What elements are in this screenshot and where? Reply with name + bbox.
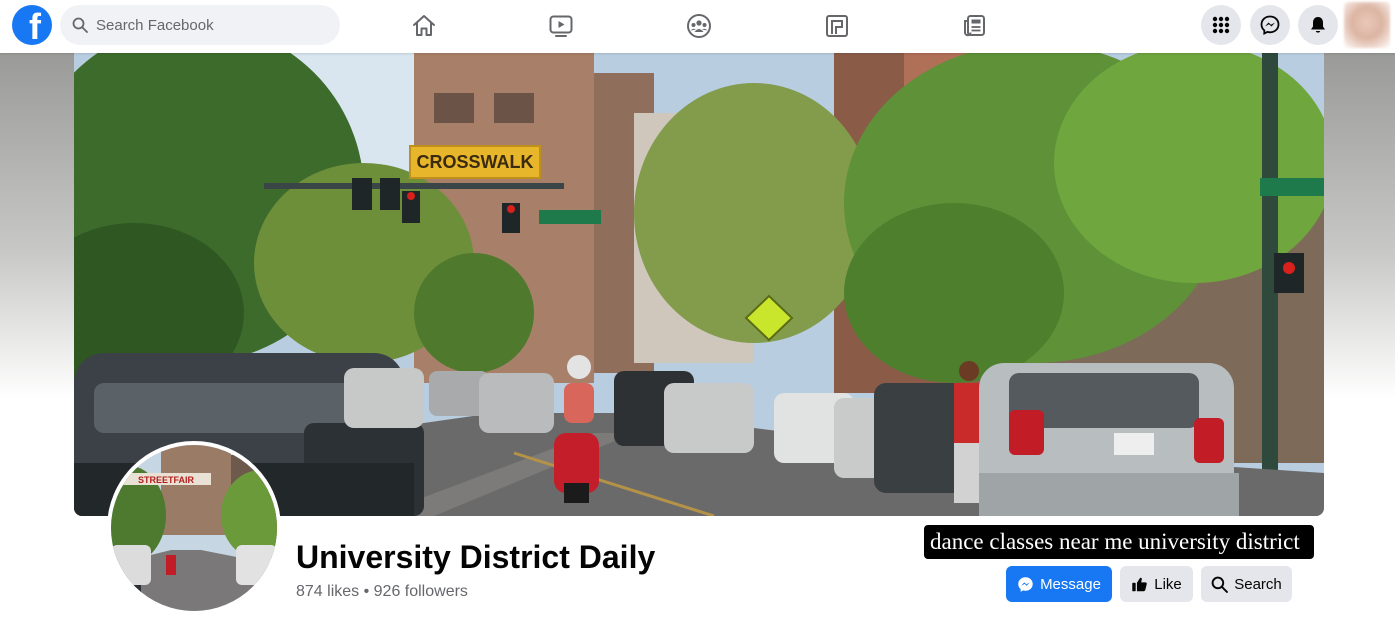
home-icon <box>413 15 435 36</box>
street-scene-image: CROSSWALK <box>74 53 1324 516</box>
groups-icon <box>687 14 711 38</box>
profile-banner-text: STREETFAIR <box>138 475 195 485</box>
messenger-icon <box>1260 15 1280 35</box>
like-button-label: Like <box>1154 575 1182 593</box>
like-button[interactable]: Like <box>1120 566 1193 602</box>
messenger-icon <box>1018 576 1033 592</box>
page-title: University District Daily <box>296 539 656 575</box>
search-bar[interactable] <box>60 5 340 45</box>
search-input[interactable] <box>96 16 316 34</box>
nav-tab-watch[interactable] <box>541 6 581 46</box>
account-avatar[interactable] <box>1344 2 1390 48</box>
cover-photo[interactable]: CROSSWALK <box>74 53 1324 516</box>
profile-header: CROSSWALK STREETFAIR University District… <box>0 53 1395 626</box>
news-icon <box>964 15 985 37</box>
messenger-button[interactable] <box>1250 5 1290 45</box>
page-search-button[interactable]: Search <box>1201 566 1292 602</box>
facebook-logo-icon[interactable]: f <box>12 5 52 45</box>
thumbs-up-icon <box>1132 577 1148 591</box>
search-button-label: Search <box>1234 575 1282 593</box>
likes-followers-count: 874 likes • 926 followers <box>296 583 468 600</box>
nav-tab-news[interactable] <box>954 6 994 46</box>
profile-picture[interactable]: STREETFAIR <box>107 441 281 615</box>
logo-letter: f <box>29 6 41 45</box>
top-navigation-bar: f <box>0 0 1395 53</box>
nav-tab-groups[interactable] <box>679 6 719 46</box>
menu-button[interactable] <box>1201 5 1241 45</box>
notifications-bell-icon <box>1311 17 1325 33</box>
message-button-label: Message <box>1040 575 1101 593</box>
search-tooltip: dance classes near me university distric… <box>924 525 1314 559</box>
crosswalk-sign-text: CROSSWALK <box>417 152 534 172</box>
search-icon <box>72 17 88 33</box>
menu-grid-icon <box>1212 16 1230 34</box>
nav-tab-gaming[interactable] <box>817 6 857 46</box>
search-icon <box>1211 576 1229 593</box>
nav-tab-home[interactable] <box>404 6 444 46</box>
notifications-button[interactable] <box>1298 5 1338 45</box>
message-button[interactable]: Message <box>1006 566 1112 602</box>
gaming-icon <box>826 15 848 37</box>
profile-street-image: STREETFAIR <box>111 445 277 611</box>
watch-icon <box>549 15 573 37</box>
